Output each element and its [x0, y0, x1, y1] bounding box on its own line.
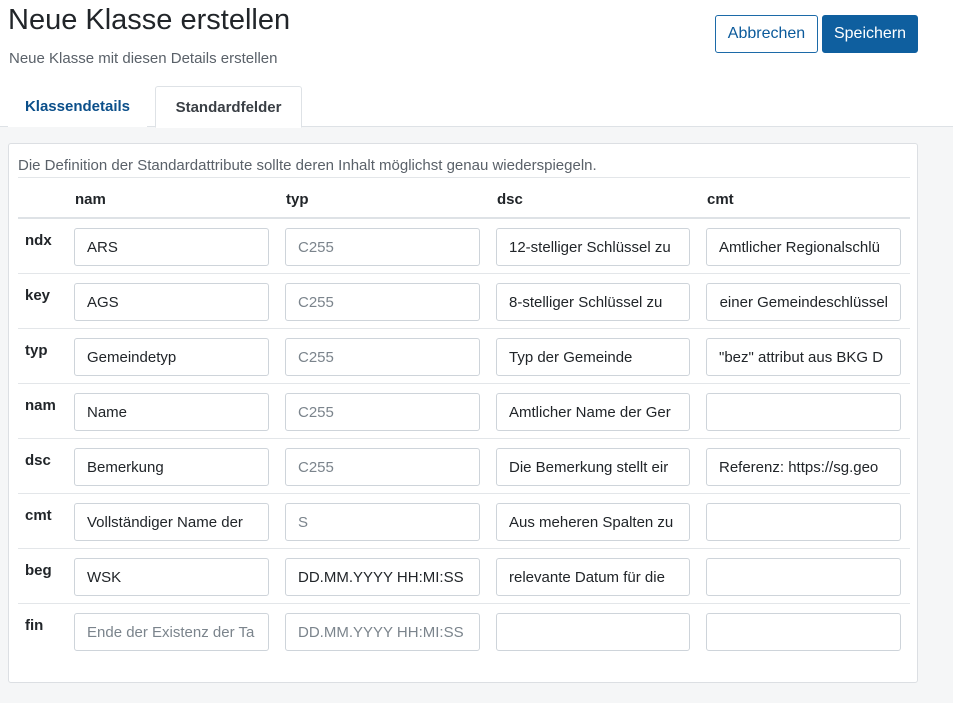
field-dsc-nam-input[interactable] [74, 448, 269, 486]
table-row: typ [18, 329, 910, 384]
table-row: fin [18, 604, 910, 659]
table-row: ndx [18, 219, 910, 274]
field-cmt-nam-input[interactable] [74, 503, 269, 541]
field-dsc-typ-input[interactable] [285, 448, 480, 486]
field-key-cmt-input[interactable] [706, 283, 901, 321]
field-key-nam-input[interactable] [74, 283, 269, 321]
table-row: nam [18, 384, 910, 439]
tab-klassendetails[interactable]: Klassendetails [8, 86, 147, 127]
column-header-dsc: dsc [497, 191, 523, 208]
table-row: beg [18, 549, 910, 604]
standard-fields-table: nam typ dsc cmt ndx key typ nam dsc cmt beg fin [18, 177, 910, 659]
field-dsc-dsc-input[interactable] [496, 448, 690, 486]
field-cmt-typ-input[interactable] [285, 503, 480, 541]
field-typ-nam-input[interactable] [74, 338, 269, 376]
column-header-nam: nam [75, 191, 106, 208]
field-ndx-dsc-input[interactable] [496, 228, 690, 266]
page-title: Neue Klasse erstellen [8, 4, 291, 36]
field-key-typ-input[interactable] [285, 283, 480, 321]
field-ndx-typ-input[interactable] [285, 228, 480, 266]
field-beg-dsc-input[interactable] [496, 558, 690, 596]
field-fin-dsc-input[interactable] [496, 613, 690, 651]
save-button[interactable]: Speichern [822, 15, 918, 53]
table-row: cmt [18, 494, 910, 549]
table-body: ndx key typ nam dsc cmt beg fin [18, 219, 910, 659]
tab-standardfelder[interactable]: Standardfelder [155, 86, 302, 128]
row-key-label: beg [25, 562, 52, 579]
field-key-dsc-input[interactable] [496, 283, 690, 321]
table-row: dsc [18, 439, 910, 494]
row-key-label: ndx [25, 232, 52, 249]
standard-fields-panel: Die Definition der Standardattribute sol… [8, 143, 918, 683]
field-nam-typ-input[interactable] [285, 393, 480, 431]
row-key-label: key [25, 287, 51, 304]
field-ndx-nam-input[interactable] [74, 228, 269, 266]
cancel-button[interactable]: Abbrechen [715, 15, 818, 53]
field-fin-nam-input[interactable] [74, 613, 269, 651]
field-fin-typ-input[interactable] [285, 613, 480, 651]
field-beg-typ-input[interactable] [285, 558, 480, 596]
field-nam-cmt-input[interactable] [706, 393, 901, 431]
table-row: key [18, 274, 910, 329]
field-typ-dsc-input[interactable] [496, 338, 690, 376]
panel-description: Die Definition der Standardattribute sol… [18, 157, 597, 174]
row-key-label: nam [25, 397, 56, 414]
row-key-label: typ [25, 342, 48, 359]
field-dsc-cmt-input[interactable] [706, 448, 901, 486]
field-ndx-cmt-input[interactable] [706, 228, 901, 266]
field-cmt-cmt-input[interactable] [706, 503, 901, 541]
field-typ-cmt-input[interactable] [706, 338, 901, 376]
field-cmt-dsc-input[interactable] [496, 503, 690, 541]
page-subtitle: Neue Klasse mit diesen Details erstellen [9, 50, 278, 67]
field-typ-typ-input[interactable] [285, 338, 480, 376]
field-fin-cmt-input[interactable] [706, 613, 901, 651]
column-header-cmt: cmt [707, 191, 734, 208]
row-key-label: dsc [25, 452, 51, 469]
field-nam-dsc-input[interactable] [496, 393, 690, 431]
column-header-typ: typ [286, 191, 309, 208]
page-header: Neue Klasse erstellen Neue Klasse mit di… [0, 0, 953, 128]
field-beg-cmt-input[interactable] [706, 558, 901, 596]
row-key-label: cmt [25, 507, 52, 524]
field-nam-nam-input[interactable] [74, 393, 269, 431]
table-header: nam typ dsc cmt [18, 177, 910, 219]
row-key-label: fin [25, 617, 44, 634]
field-beg-nam-input[interactable] [74, 558, 269, 596]
